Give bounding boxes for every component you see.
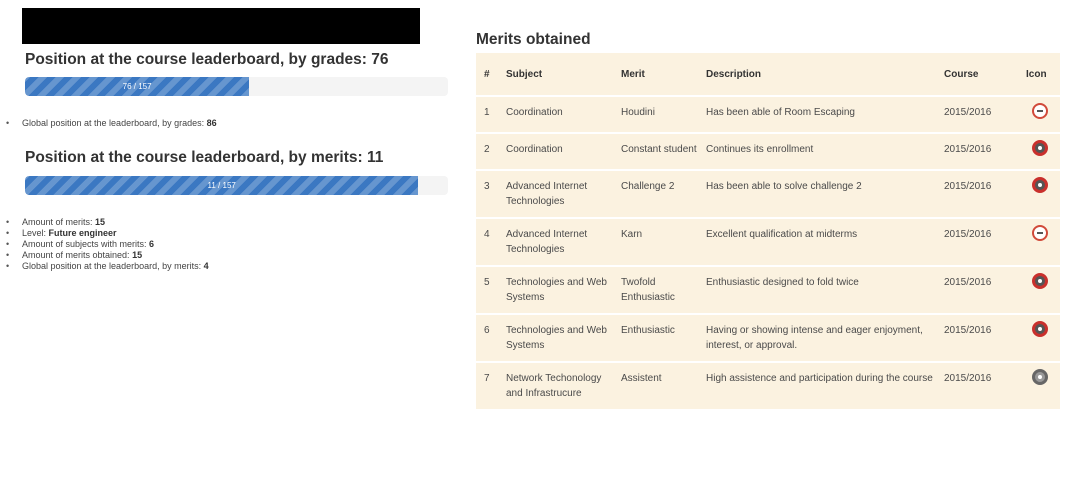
stat-label: Level:: [22, 228, 49, 238]
stat-item: Global position at the leaderboard, by g…: [6, 118, 217, 129]
row-subject: Technologies and Web Systems: [498, 265, 613, 314]
stat-value: 4: [203, 261, 209, 271]
stat-item: Amount of merits obtained: 15: [6, 250, 209, 261]
merits-table-body: 1 Coordination Houdini Has been able of Roo…: [476, 95, 1060, 409]
row-number: 4: [476, 217, 498, 266]
leaderboard-panel: Position at the course leaderboard, by g…: [0, 0, 460, 499]
row-description: High assistence and participation during…: [698, 361, 936, 409]
row-subject: Advanced Internet Technologies: [498, 169, 613, 218]
face-badge-icon: [1032, 225, 1048, 241]
stat-item: Global position at the leaderboard, by m…: [6, 261, 209, 272]
row-merit: Constant student: [613, 132, 698, 170]
row-icon-cell: [1018, 169, 1060, 218]
row-icon-cell: [1018, 265, 1060, 314]
merits-obtained-title: Merits obtained: [476, 31, 591, 48]
row-course: 2015/2016: [936, 313, 1018, 362]
table-header-row: # Subject Merit Description Course Icon: [476, 53, 1060, 96]
ring-badge-icon: [1032, 140, 1048, 156]
stat-value: 15: [132, 250, 143, 260]
grades-leaderboard-title: Position at the course leaderboard, by g…: [25, 51, 389, 68]
ring-badge-icon: [1032, 273, 1048, 289]
table-row: 4 Advanced Internet Technologies Karn Excel…: [476, 217, 1060, 266]
table-row: 2 Coordination Constant student Continues i…: [476, 132, 1060, 170]
column-header-course: Course: [944, 68, 979, 80]
row-merit: Karn: [613, 217, 698, 266]
row-icon-cell: [1018, 361, 1060, 409]
table-row: 1 Coordination Houdini Has been able of Roo…: [476, 95, 1060, 133]
stat-label: Global position at the leaderboard, by g…: [22, 118, 207, 128]
row-number: 7: [476, 361, 498, 409]
merits-progress-bar: 11 / 157: [25, 176, 448, 195]
merits-leaderboard-title: Position at the course leaderboard, by m…: [25, 149, 384, 166]
column-header-subject: Subject: [506, 68, 543, 80]
row-icon-cell: [1018, 313, 1060, 362]
row-subject: Coordination: [498, 132, 613, 170]
row-subject: Network Techonology and Infrastrucure: [498, 361, 613, 409]
grades-progress-fill: 76 / 157: [25, 77, 250, 96]
row-icon-cell: [1018, 132, 1060, 170]
stat-item: Amount of subjects with merits: 6: [6, 239, 209, 250]
row-description: Continues its enrollment: [698, 132, 936, 170]
row-icon-cell: [1018, 217, 1060, 266]
row-number: 1: [476, 95, 498, 133]
row-course: 2015/2016: [936, 95, 1018, 133]
row-description: Has been able of Room Escaping: [698, 95, 936, 133]
stat-value: 86: [206, 118, 217, 128]
face-badge-icon: [1032, 103, 1048, 119]
row-course: 2015/2016: [936, 132, 1018, 170]
row-merit: Twofold Enthusiastic: [613, 265, 698, 314]
row-subject: Advanced Internet Technologies: [498, 217, 613, 266]
row-course: 2015/2016: [936, 169, 1018, 218]
redacted-header: [22, 8, 420, 44]
row-description: Enthusiastic designed to fold twice: [698, 265, 936, 314]
merits-stats-list: Amount of merits: 15Level: Future engine…: [6, 217, 209, 272]
row-subject: Coordination: [498, 95, 613, 133]
row-merit: Enthusiastic: [613, 313, 698, 362]
column-header-description: Description: [706, 68, 762, 80]
row-description: Has been able to solve challenge 2: [698, 169, 936, 218]
stat-value: 6: [149, 239, 155, 249]
ring-badge-icon: [1032, 177, 1048, 193]
row-description: Excellent qualification at midterms: [698, 217, 936, 266]
column-header-number: #: [484, 68, 490, 80]
grades-stats-list: Global position at the leaderboard, by g…: [6, 118, 217, 129]
stat-label: Amount of merits:: [22, 217, 96, 227]
merits-progress-fill: 11 / 157: [25, 176, 419, 195]
table-row: 6 Technologies and Web Systems Enthusiasti…: [476, 313, 1060, 362]
row-number: 3: [476, 169, 498, 218]
row-course: 2015/2016: [936, 217, 1018, 266]
table-row: 7 Network Techonology and Infrastrucure As…: [476, 361, 1060, 409]
row-merit: Challenge 2: [613, 169, 698, 218]
row-description: Having or showing intense and eager enjo…: [698, 313, 936, 362]
ring-badge-icon: [1032, 321, 1048, 337]
row-number: 2: [476, 132, 498, 170]
stat-label: Global position at the leaderboard, by m…: [22, 261, 204, 271]
grades-progress-bar: 76 / 157: [25, 77, 448, 96]
stat-item: Level: Future engineer: [6, 228, 209, 239]
column-header-merit: Merit: [621, 68, 645, 80]
table-row: 5 Technologies and Web Systems Twofold Ent…: [476, 265, 1060, 314]
row-course: 2015/2016: [936, 361, 1018, 409]
row-number: 6: [476, 313, 498, 362]
row-icon-cell: [1018, 95, 1060, 133]
stat-label: Amount of subjects with merits:: [22, 239, 150, 249]
table-row: 3 Advanced Internet Technologies Challenge…: [476, 169, 1060, 218]
merits-table: # Subject Merit Description Course Icon …: [476, 53, 1060, 409]
stat-item: Amount of merits: 15: [6, 217, 209, 228]
stat-label: Amount of merits obtained:: [22, 250, 133, 260]
row-subject: Technologies and Web Systems: [498, 313, 613, 362]
gray-badge-icon: [1032, 369, 1048, 385]
row-number: 5: [476, 265, 498, 314]
stat-value: Future engineer: [48, 228, 117, 238]
row-merit: Assistent: [613, 361, 698, 409]
row-merit: Houdini: [613, 95, 698, 133]
column-header-icon: Icon: [1026, 68, 1047, 80]
row-course: 2015/2016: [936, 265, 1018, 314]
stat-value: 15: [95, 217, 106, 227]
